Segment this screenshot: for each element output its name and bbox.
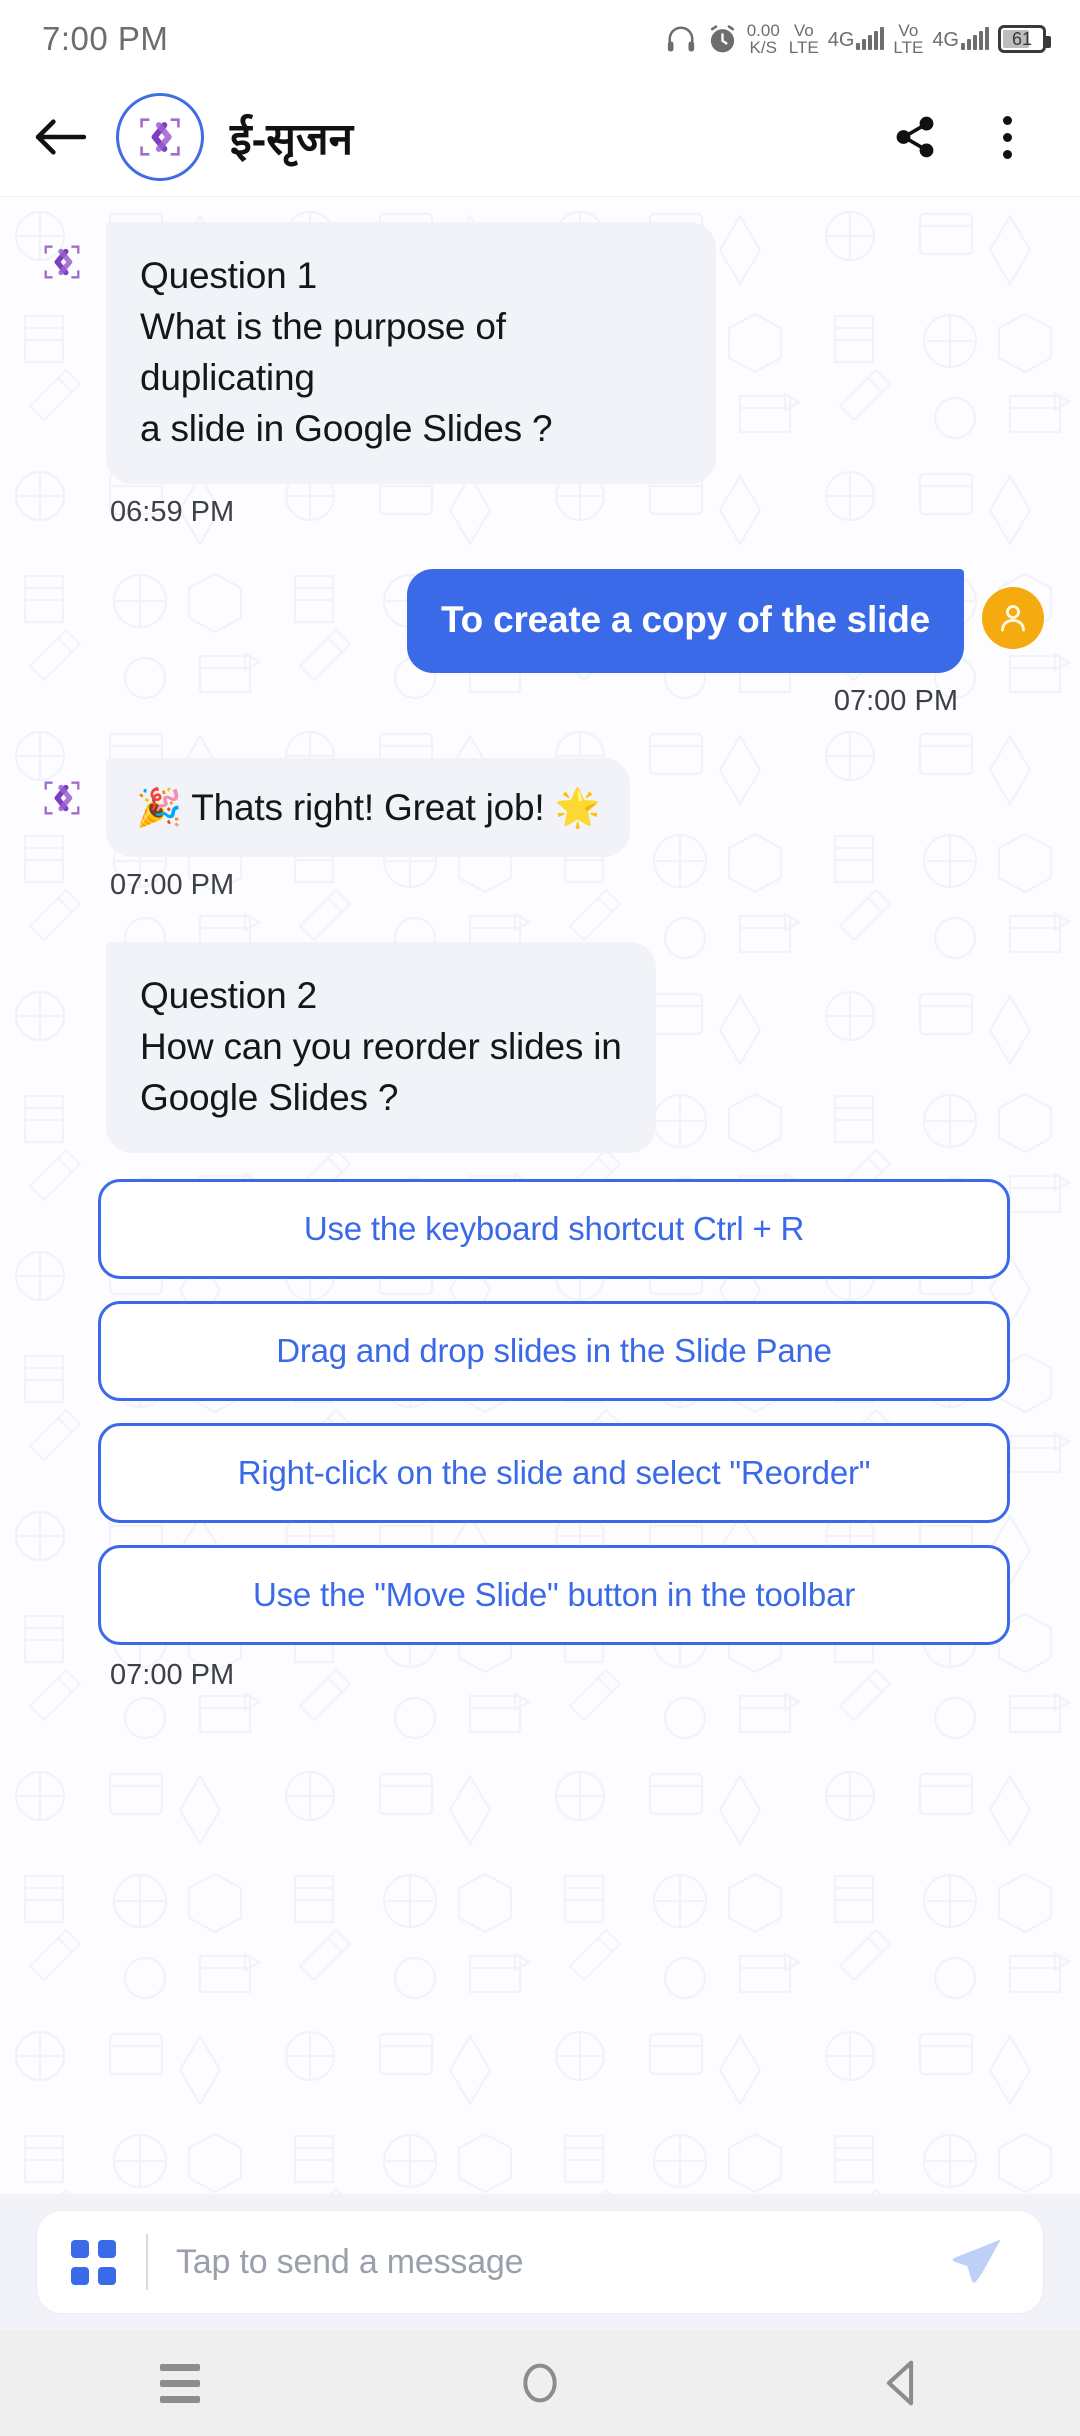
message-row-bot: Question 1 What is the purpose of duplic… — [36, 222, 1044, 485]
user-avatar — [982, 587, 1044, 650]
apps-grid-icon[interactable] — [71, 2239, 116, 2285]
status-bar: 7:00 PM 0.00 K/S Vo LTE 4G Vo LTE 4G 61 — [0, 0, 1080, 78]
sim1-volte-label: Vo LTE — [788, 20, 819, 57]
message-bubble: To create a copy of the slide — [406, 569, 964, 674]
answer-option[interactable]: Drag and drop slides in the Slide Pane — [98, 1301, 1010, 1402]
message-line: How can you reorder slides in — [140, 1026, 622, 1068]
answer-options-list: Use the keyboard shortcut Ctrl + R Drag … — [36, 1179, 1044, 1646]
sim1-signal-icon: 4G — [828, 27, 885, 50]
message-timestamp: 07:00 PM — [110, 1659, 235, 1692]
app-bar: ई-सृजन — [0, 78, 1080, 196]
headphones-icon — [664, 24, 698, 54]
chat-scroll-area[interactable]: Question 1 What is the purpose of duplic… — [0, 196, 1080, 2300]
composer-divider — [146, 2234, 148, 2290]
android-nav-bar — [0, 2330, 1080, 2436]
composer-bar: Tap to send a message — [0, 2194, 1080, 2330]
status-time: 7:00 PM — [42, 20, 169, 57]
home-circle-icon[interactable] — [480, 2330, 600, 2436]
message-bubble: Question 2 How can you reorder slides in… — [106, 942, 656, 1154]
message-timestamp: 07:00 PM — [110, 869, 235, 902]
message-timestamp: 07:00 PM — [833, 685, 958, 718]
message-line: Question 2 — [140, 975, 317, 1017]
message-row-bot: 🎉 Thats right! Great job! 🌟 — [36, 758, 1044, 858]
message-line: Google Slides ? — [140, 1077, 399, 1119]
bot-avatar-icon — [36, 236, 88, 288]
network-speed-indicator: 0.00 K/S — [746, 20, 780, 57]
status-icons: 0.00 K/S Vo LTE 4G Vo LTE 4G 61 — [664, 20, 1051, 57]
message-input-container[interactable]: Tap to send a message — [36, 2210, 1044, 2314]
message-input[interactable]: Tap to send a message — [176, 2243, 941, 2282]
send-icon[interactable] — [941, 2232, 1013, 2292]
more-options-icon[interactable] — [972, 102, 1042, 172]
brand-logo-icon — [140, 118, 180, 156]
message-line: What is the purpose of duplicating — [140, 306, 506, 399]
answer-option[interactable]: Use the keyboard shortcut Ctrl + R — [98, 1179, 1010, 1280]
back-arrow-icon[interactable] — [28, 104, 94, 170]
message-row-bot: Question 2 How can you reorder slides in… — [36, 942, 1044, 1154]
sim2-volte-label: Vo LTE — [893, 20, 924, 57]
message-bubble: 🎉 Thats right! Great job! 🌟 — [106, 758, 631, 858]
person-icon — [1001, 605, 1025, 632]
message-bubble: Question 1 What is the purpose of duplic… — [106, 222, 716, 485]
message-line: a slide in Google Slides ? — [140, 408, 553, 450]
back-triangle-icon[interactable] — [840, 2330, 960, 2436]
answer-option[interactable]: Use the "Move Slide" button in the toolb… — [98, 1545, 1010, 1646]
message-row-user: To create a copy of the slide — [36, 569, 1044, 674]
page-title: ई-सृजन — [230, 115, 354, 164]
message-line: Question 1 — [140, 255, 317, 296]
recents-menu-icon[interactable] — [120, 2330, 240, 2436]
share-icon[interactable] — [880, 102, 950, 172]
sim2-signal-icon: 4G — [932, 27, 989, 50]
alarm-clock-icon — [707, 24, 738, 55]
battery-icon: 61 — [998, 25, 1051, 53]
chat-avatar[interactable] — [116, 93, 204, 181]
bot-avatar-icon — [36, 772, 88, 824]
message-timestamp: 06:59 PM — [110, 496, 235, 529]
answer-option[interactable]: Right-click on the slide and select "Reo… — [98, 1423, 1010, 1524]
